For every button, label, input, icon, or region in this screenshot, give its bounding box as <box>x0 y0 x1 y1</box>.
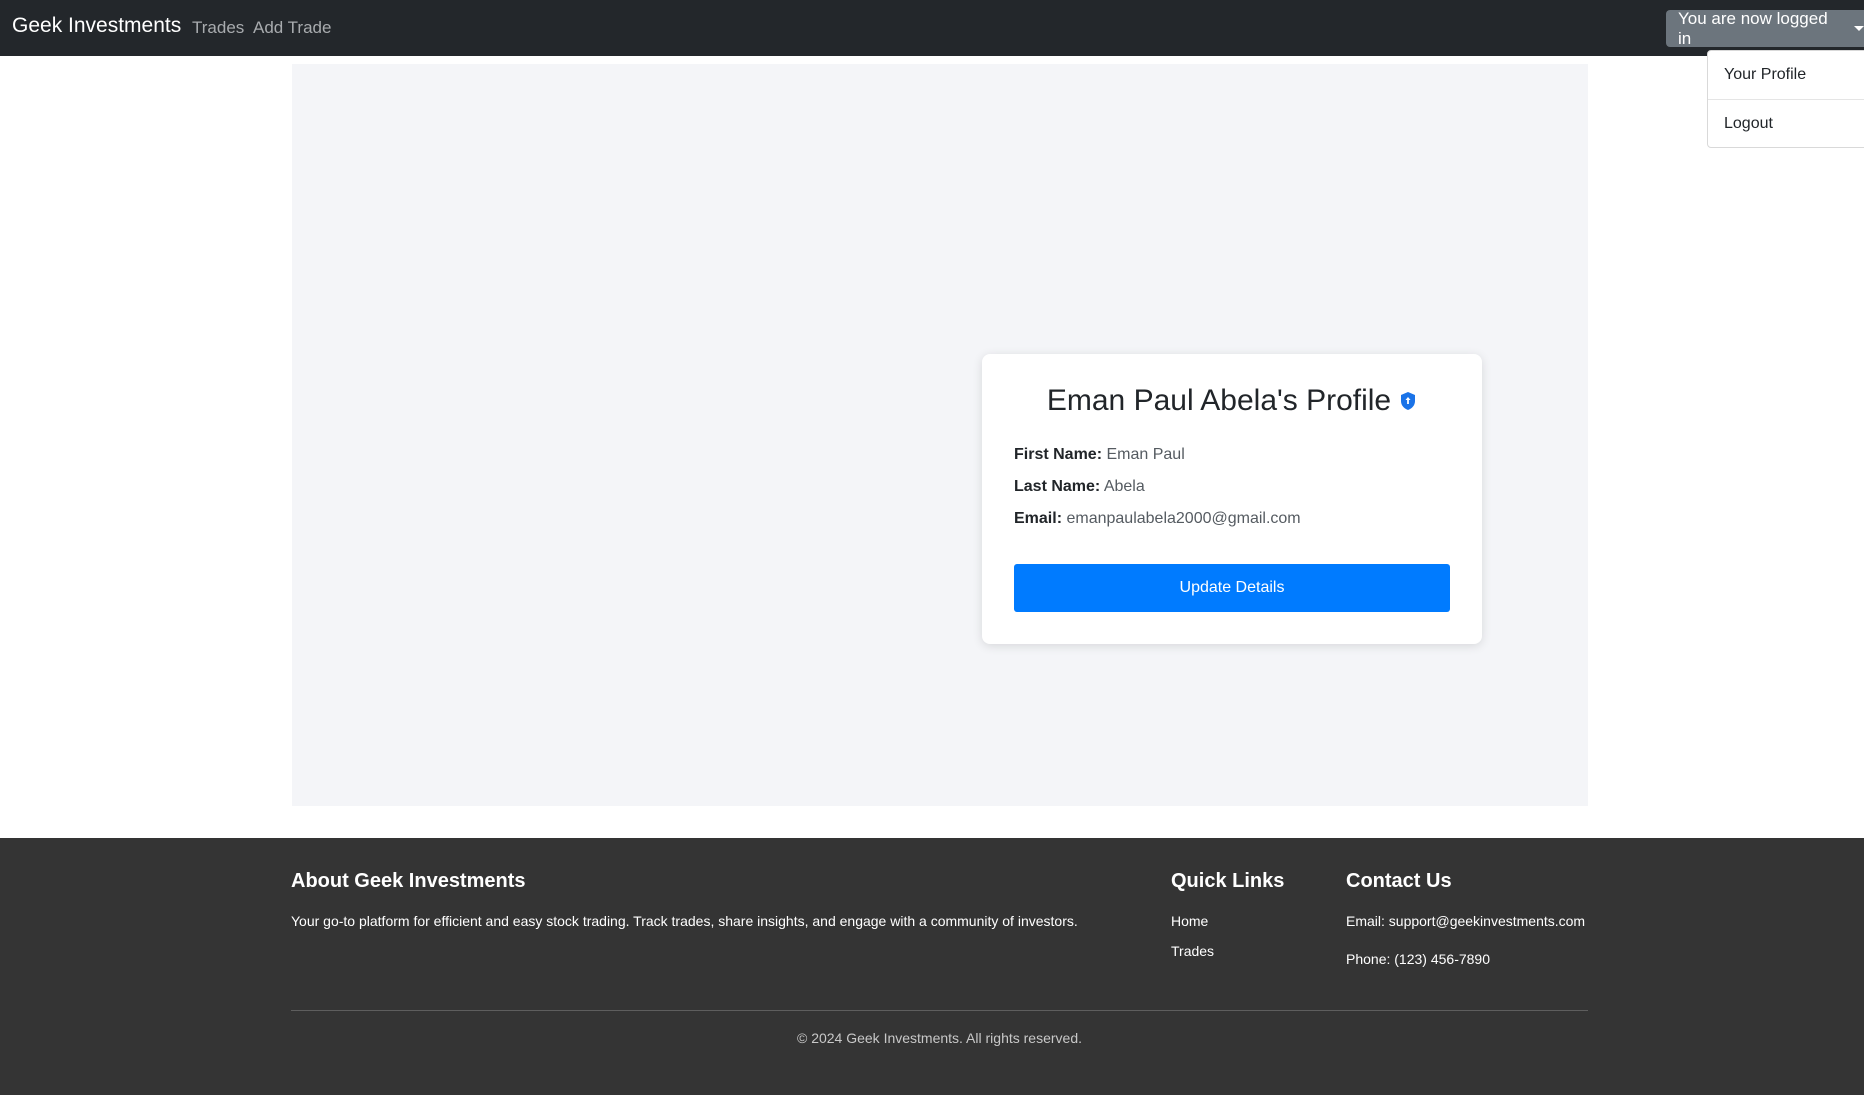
user-menu-toggle[interactable]: You are now logged in <box>1666 8 1864 48</box>
user-dropdown-menu: Your Profile Logout <box>1707 50 1864 148</box>
dropdown-item-logout[interactable]: Logout <box>1724 115 1773 133</box>
main-content-panel: Eman Paul Abela's Profile First Name: Em… <box>292 64 1588 806</box>
profile-card: Eman Paul Abela's Profile First Name: Em… <box>982 354 1482 644</box>
page-footer: About Geek Investments Your go-to platfo… <box>0 838 1864 1095</box>
profile-title: Eman Paul Abela's Profile <box>1046 384 1392 417</box>
footer-divider <box>291 1010 1588 1011</box>
contact-email: Email: support@geekinvestments.com <box>1346 913 1586 929</box>
email-label: Email: <box>1014 510 1063 527</box>
about-text: Your go-to platform for efficient and ea… <box>291 913 1078 929</box>
top-navbar: Geek Investments Trades Add Trade You ar… <box>0 0 1864 56</box>
shield-icon <box>1401 392 1416 410</box>
last-name-row: Last Name: Abela <box>1014 478 1145 496</box>
footer-link-home[interactable]: Home <box>1171 913 1208 929</box>
nav-link-add-trade[interactable]: Add Trade <box>253 18 331 38</box>
last-name-value: Abela <box>1103 478 1145 495</box>
about-heading: About Geek Investments <box>291 870 526 892</box>
profile-title-row: Eman Paul Abela's Profile <box>982 384 1482 418</box>
email-value: emanpaulabela2000@gmail.com <box>1066 510 1301 527</box>
dropdown-divider <box>1708 99 1864 100</box>
copyright-text: © 2024 Geek Investments. All rights rese… <box>796 1030 1082 1046</box>
contact-heading: Contact Us <box>1346 870 1452 892</box>
footer-link-trades[interactable]: Trades <box>1171 943 1214 959</box>
caret-down-icon <box>1854 26 1864 31</box>
quick-links-heading: Quick Links <box>1171 870 1285 892</box>
first-name-row: First Name: Eman Paul <box>1014 446 1185 464</box>
last-name-label: Last Name: <box>1014 478 1101 495</box>
dropdown-item-your-profile[interactable]: Your Profile <box>1724 66 1806 84</box>
first-name-value: Eman Paul <box>1106 446 1185 463</box>
brand-link[interactable]: Geek Investments <box>12 14 181 38</box>
email-row: Email: emanpaulabela2000@gmail.com <box>1014 510 1301 528</box>
contact-phone: Phone: (123) 456-7890 <box>1346 951 1490 967</box>
nav-link-trades[interactable]: Trades <box>192 18 244 38</box>
update-details-button[interactable]: Update Details <box>1014 564 1450 612</box>
user-menu-label: You are now logged in <box>1678 8 1828 48</box>
first-name-label: First Name: <box>1014 446 1103 463</box>
